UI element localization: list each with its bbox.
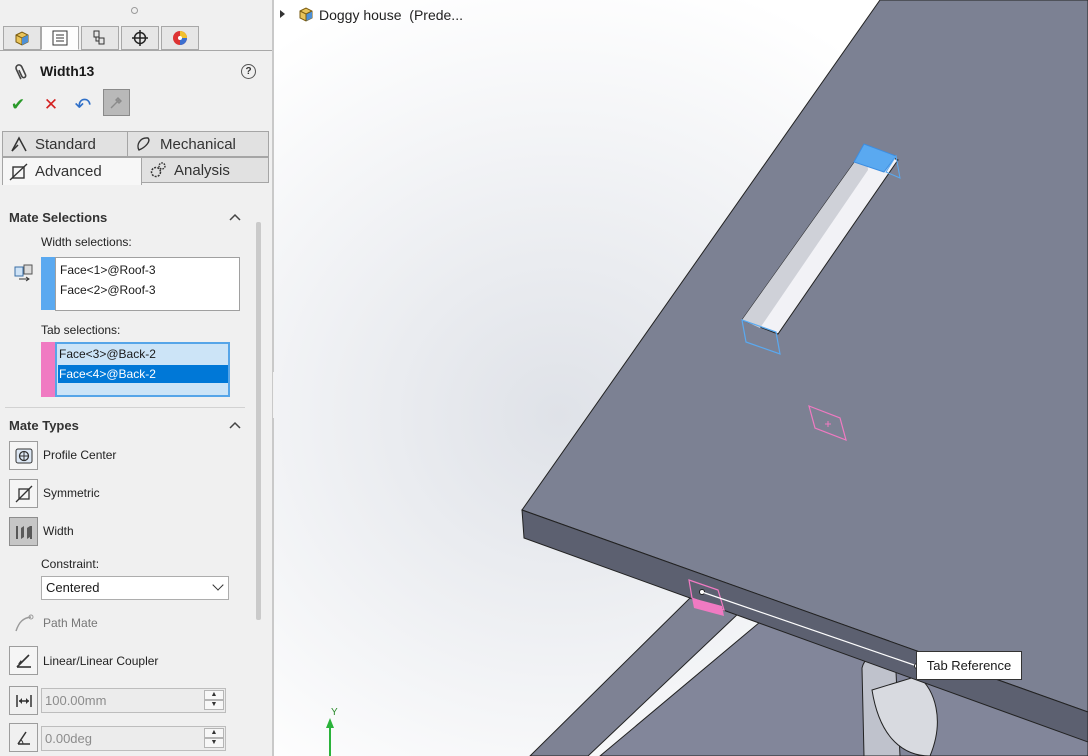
cancel-button[interactable]: ✕ [38,92,64,118]
width-mate-icon [15,525,32,539]
symmetric-label: Symmetric [43,486,100,500]
ok-button[interactable]: ✔ [5,92,31,118]
graphics-viewport[interactable]: Y [274,0,1088,756]
width-color-marker [41,257,55,310]
tab-display-manager[interactable] [161,26,199,50]
mate-selections-heading: Mate Selections [9,210,108,225]
tab-feature-manager[interactable] [3,26,41,50]
property-manager-icon [52,30,68,46]
section-divider [5,407,245,408]
cam-icon [137,137,150,151]
list-item[interactable]: Face<3>@Back-2 [58,345,228,363]
width-selections-list[interactable]: Face<1>@Roof-3 Face<2>@Roof-3 [55,257,240,311]
gears-icon [150,162,166,178]
crosshair-icon [132,30,148,46]
pushpin-icon [110,97,122,109]
constraint-value: Centered [46,580,100,595]
tab-mechanical[interactable]: Mechanical [127,131,269,157]
flip-selection-icon[interactable] [13,262,35,282]
list-item[interactable]: Face<1>@Roof-3 [59,261,156,279]
symmetric-mate-icon [15,485,32,502]
tab-reference-tooltip: Tab Reference [916,651,1022,680]
tab-standard-label: Standard [35,135,96,153]
panel-grip[interactable] [131,7,138,14]
tab-color-marker [41,342,55,397]
panel-scrollbar[interactable] [256,222,261,620]
tab-advanced-label: Advanced [35,163,102,180]
assembly-icon [299,7,313,22]
step-up-icon[interactable]: ▲ [204,690,224,700]
step-down-icon[interactable]: ▼ [204,700,224,710]
manager-tabs-divider [0,50,272,51]
angle-stepper[interactable]: ▲ ▼ [204,728,224,749]
symmetric-mate-icon [9,162,28,181]
linear-coupler-icon [15,653,31,668]
angle-value: 0.00deg [45,731,92,746]
constraint-select[interactable]: Centered [41,576,229,600]
distance-icon [15,694,32,707]
path-mate-label: Path Mate [43,616,98,630]
mate-types-heading: Mate Types [9,418,79,433]
list-item-selected[interactable]: Face<4>@Back-2 [58,365,228,383]
symmetric-button[interactable] [9,479,38,508]
angle-icon-box [9,723,38,752]
constraint-label: Constraint: [41,557,100,571]
help-icon[interactable]: ? [241,64,256,79]
linear-coupler-label: Linear/Linear Coupler [43,654,159,668]
appearance-ball-icon [173,31,187,45]
distance-stepper[interactable]: ▲ ▼ [204,690,224,711]
model-canvas[interactable] [274,0,1088,756]
list-item[interactable]: Face<2>@Roof-3 [59,281,156,299]
linear-coupler-button[interactable] [9,646,38,675]
tab-selections-list[interactable]: Face<3>@Back-2 Face<4>@Back-2 [55,342,230,397]
profile-center-button[interactable] [9,441,38,470]
triad-y-label: Y [331,707,338,718]
feature-manager-icon [15,31,29,46]
tab-mechanical-label: Mechanical [160,135,236,153]
distance-value: 100.00mm [45,693,107,708]
tab-standard[interactable]: Standard [2,131,128,157]
tree-expand-icon[interactable] [280,10,285,18]
distance-icon-box [9,686,38,715]
width-selections-label: Width selections: [41,235,132,249]
width-label: Width [43,524,74,538]
distance-field[interactable]: 100.00mm ▲ ▼ [41,688,226,713]
tab-selections-label: Tab selections: [41,323,121,337]
tab-configuration-manager[interactable] [81,26,119,50]
property-manager-panel: Width13 ? ✔ ✕ ↶ Standard Mechanical Adva… [0,0,272,756]
configuration-manager-icon [93,30,105,45]
page-title: Width13 [40,63,95,79]
paperclip-mate-icon [15,64,27,80]
keep-visible-button[interactable] [103,89,130,116]
collapse-chevron-icon[interactable] [229,212,241,222]
tab-advanced[interactable]: Advanced [2,157,142,185]
angle-mate-icon [11,136,27,152]
undo-button[interactable]: ↶ [70,92,96,118]
tree-root-label[interactable]: Doggy house (Prede... [319,7,463,23]
tab-dimxpert-manager[interactable] [121,26,159,50]
angle-field[interactable]: 0.00deg ▲ ▼ [41,726,226,751]
width-button[interactable] [9,517,38,546]
profile-center-icon [15,448,32,463]
tab-analysis[interactable]: Analysis [141,157,269,183]
chevron-down-icon [212,579,224,591]
step-up-icon[interactable]: ▲ [204,728,224,738]
tab-analysis-label: Analysis [174,161,230,179]
tab-property-manager[interactable] [41,26,79,50]
step-down-icon[interactable]: ▼ [204,738,224,748]
angle-icon [16,731,30,745]
profile-center-label: Profile Center [43,448,117,462]
path-mate-icon[interactable] [13,612,35,634]
collapse-chevron-icon[interactable] [229,420,241,430]
